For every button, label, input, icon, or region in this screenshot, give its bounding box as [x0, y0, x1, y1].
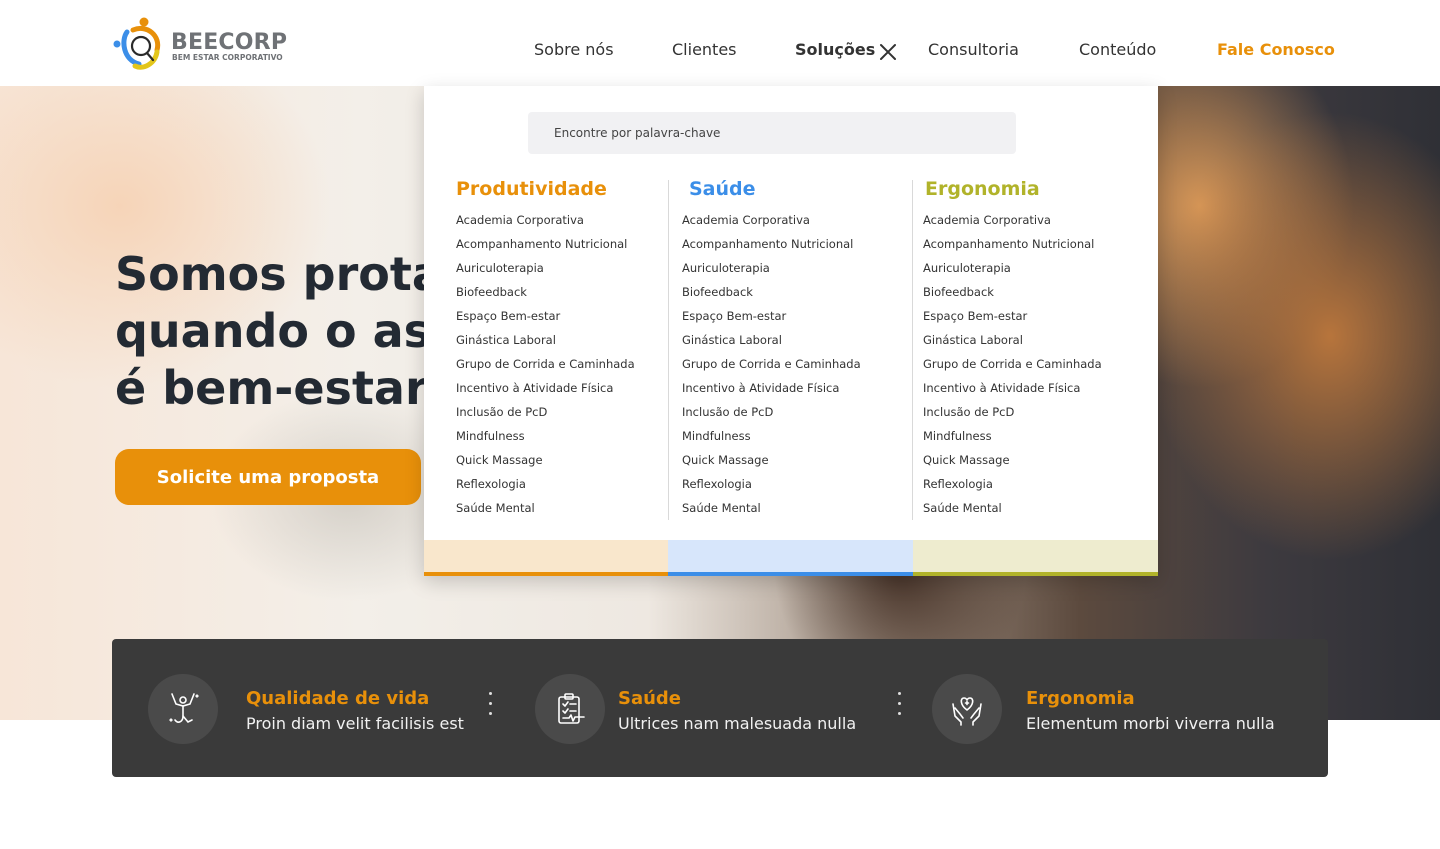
solution-link[interactable]: Grupo de Corrida e Caminhada: [456, 352, 635, 376]
close-icon[interactable]: [878, 42, 898, 62]
solution-list: Academia Corporativa Acompanhamento Nutr…: [682, 208, 861, 520]
solution-link[interactable]: Inclusão de PcD: [682, 400, 861, 424]
accent-bar: [668, 572, 913, 576]
column-divider: [668, 180, 669, 520]
solution-link[interactable]: Incentivo à Atividade Física: [456, 376, 635, 400]
separator-dots: [489, 692, 493, 726]
feature-icon-wrap: [535, 674, 605, 744]
feature-title: Qualidade de vida: [246, 688, 430, 709]
features-bar: Qualidade de vida Proin diam velit facil…: [112, 639, 1328, 777]
brand-name: BEECORP: [171, 30, 288, 55]
request-proposal-button[interactable]: Solicite uma proposta: [115, 449, 421, 505]
clipboard-heartbeat-icon: [558, 693, 585, 724]
solution-link[interactable]: Academia Corporativa: [682, 208, 861, 232]
feature-title: Saúde: [618, 688, 682, 709]
solution-link[interactable]: Biofeedback: [456, 280, 635, 304]
solution-link[interactable]: Mindfulness: [682, 424, 861, 448]
solution-link[interactable]: Ginástica Laboral: [923, 328, 1102, 352]
solution-link[interactable]: Inclusão de PcD: [456, 400, 635, 424]
solution-link[interactable]: Academia Corporativa: [456, 208, 635, 232]
solution-link[interactable]: Saúde Mental: [456, 496, 635, 520]
hands-heart-icon: [952, 697, 982, 726]
solution-link[interactable]: Biofeedback: [682, 280, 861, 304]
solution-list: Academia Corporativa Acompanhamento Nutr…: [456, 208, 635, 520]
column-title: Produtividade: [456, 178, 607, 200]
solution-link[interactable]: Ginástica Laboral: [682, 328, 861, 352]
solution-link[interactable]: Academia Corporativa: [923, 208, 1102, 232]
column-footer-produtividade: [424, 540, 668, 576]
solution-link[interactable]: Saúde Mental: [682, 496, 861, 520]
site-header: BEECORP BEM ESTAR CORPORATIVO Sobre nós …: [0, 0, 1440, 86]
solution-link[interactable]: Inclusão de PcD: [923, 400, 1102, 424]
column-footer-ergonomia: [913, 540, 1158, 576]
nav-fale-conosco[interactable]: Fale Conosco: [1217, 40, 1335, 59]
keyword-search-input[interactable]: [528, 112, 1016, 154]
brand-tagline: BEM ESTAR CORPORATIVO: [172, 53, 283, 62]
column-divider: [912, 180, 913, 520]
solution-link[interactable]: Grupo de Corrida e Caminhada: [682, 352, 861, 376]
accent-bar: [424, 572, 668, 576]
solution-link[interactable]: Ginástica Laboral: [456, 328, 635, 352]
column-produtividade: Produtividade Academia Corporativa Acomp…: [456, 178, 635, 520]
nav-item-clientes[interactable]: Clientes: [672, 40, 737, 59]
nav-item-consultoria[interactable]: Consultoria: [928, 40, 1019, 59]
solution-link[interactable]: Reflexologia: [682, 472, 861, 496]
solution-link[interactable]: Auriculoterapia: [682, 256, 861, 280]
solution-link[interactable]: Mindfulness: [456, 424, 635, 448]
column-title: Ergonomia: [925, 178, 1040, 200]
solution-link[interactable]: Acompanhamento Nutricional: [923, 232, 1102, 256]
solution-link[interactable]: Espaço Bem-estar: [923, 304, 1102, 328]
solution-link[interactable]: Auriculoterapia: [923, 256, 1102, 280]
feature-subtitle: Ultrices nam malesuada nulla: [618, 714, 857, 733]
solution-link[interactable]: Quick Massage: [682, 448, 861, 472]
solutions-mega-menu: Produtividade Academia Corporativa Acomp…: [424, 86, 1158, 576]
feature-title: Ergonomia: [1026, 688, 1135, 709]
column-title: Saúde: [689, 178, 756, 200]
column-saude: Saúde Academia Corporativa Acompanhament…: [682, 178, 861, 520]
solution-link[interactable]: Incentivo à Atividade Física: [923, 376, 1102, 400]
solution-link[interactable]: Auriculoterapia: [456, 256, 635, 280]
column-footer-saude: [668, 540, 913, 576]
solution-link[interactable]: Quick Massage: [923, 448, 1102, 472]
separator-dots: [898, 692, 902, 726]
solution-link[interactable]: Quick Massage: [456, 448, 635, 472]
feature-subtitle: Elementum morbi viverra nulla: [1026, 714, 1275, 733]
solution-link[interactable]: Grupo de Corrida e Caminhada: [923, 352, 1102, 376]
feature-icon-wrap: [148, 674, 218, 744]
nav-item-solucoes[interactable]: Soluções: [795, 40, 875, 59]
nav-item-sobre-nos[interactable]: Sobre nós: [534, 40, 614, 59]
accent-bar: [913, 572, 1158, 576]
beecorp-logo-mark-icon: [113, 17, 161, 70]
stretch-person-icon: [169, 693, 199, 723]
solution-link[interactable]: Biofeedback: [923, 280, 1102, 304]
feature-subtitle: Proin diam velit facilisis est: [246, 714, 464, 733]
solution-link[interactable]: Mindfulness: [923, 424, 1102, 448]
beecorp-logo[interactable]: BEECORP BEM ESTAR CORPORATIVO: [113, 16, 293, 72]
solution-link[interactable]: Reflexologia: [923, 472, 1102, 496]
solution-link[interactable]: Espaço Bem-estar: [682, 304, 861, 328]
solution-link[interactable]: Reflexologia: [456, 472, 635, 496]
solution-link[interactable]: Acompanhamento Nutricional: [456, 232, 635, 256]
solution-link[interactable]: Espaço Bem-estar: [456, 304, 635, 328]
column-ergonomia: Ergonomia Academia Corporativa Acompanha…: [923, 178, 1102, 520]
solution-link[interactable]: Acompanhamento Nutricional: [682, 232, 861, 256]
feature-icon-wrap: [932, 674, 1002, 744]
nav-item-conteudo[interactable]: Conteúdo: [1079, 40, 1156, 59]
solution-link[interactable]: Incentivo à Atividade Física: [682, 376, 861, 400]
solution-list: Academia Corporativa Acompanhamento Nutr…: [923, 208, 1102, 520]
solution-link[interactable]: Saúde Mental: [923, 496, 1102, 520]
